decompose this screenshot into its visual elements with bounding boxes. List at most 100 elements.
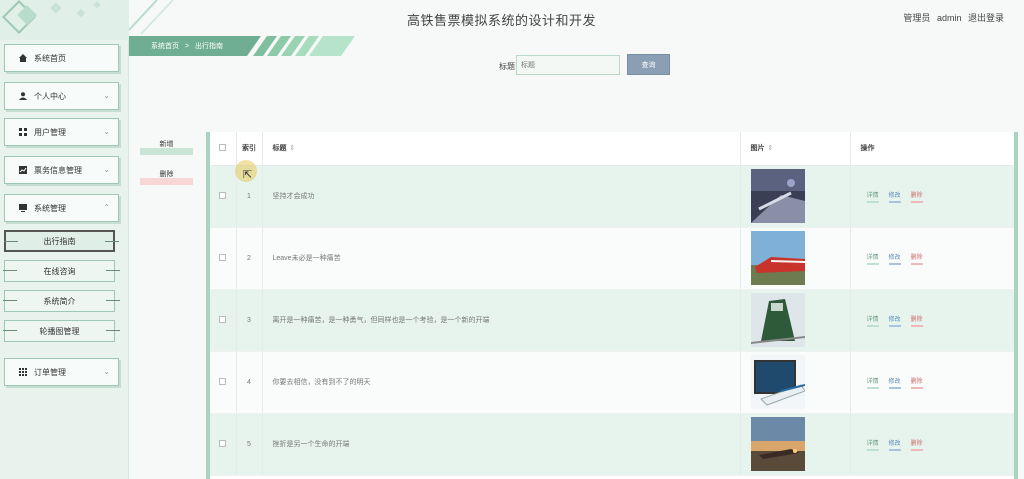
table-row: 3 离开是一种痛苦，是一种勇气，但同样也是一个考验，是一个新的开端 详情 修改 删除	[210, 289, 1014, 352]
search-button[interactable]: 查询	[627, 54, 670, 75]
sub-item-line-right	[105, 241, 119, 242]
row-edit-link[interactable]: 修改	[888, 438, 901, 451]
row-detail-link[interactable]: 详情	[866, 190, 879, 203]
user-area: 管理员 admin 退出登录	[899, 11, 1004, 24]
row-checkbox[interactable]	[219, 253, 227, 261]
add-button[interactable]: 新增	[140, 139, 193, 155]
sidebar-subitem-about[interactable]: 系统简介	[3, 290, 120, 312]
column-title-label: 标题	[272, 145, 287, 153]
breadcrumb: 系统首页 > 出行指南	[129, 36, 357, 56]
sub-item-line-left	[3, 270, 17, 271]
row-ops: 详情 修改 删除	[850, 227, 1014, 290]
sort-icon[interactable]: ⇕	[290, 145, 296, 152]
breadcrumb-separator: >	[184, 43, 190, 50]
user-role: 管理员	[903, 13, 931, 23]
apps-icon	[19, 368, 27, 376]
row-index: 2	[236, 227, 263, 290]
user-name: admin	[936, 13, 962, 23]
row-index: 5	[236, 413, 263, 476]
sub-item-line-right	[106, 300, 120, 301]
row-title: 坚持才会成功	[262, 165, 741, 228]
row-delete-link[interactable]: 删除	[910, 252, 923, 265]
breadcrumb-current: 出行指南	[195, 43, 223, 50]
row-checkbox[interactable]	[219, 315, 227, 323]
sidebar-item-label: 系统首页	[34, 53, 66, 63]
search-label: 标题	[499, 62, 515, 71]
site-title: 高铁售票模拟系统的设计和开发	[407, 13, 597, 28]
table-row: 2 Leave未必是一种痛苦 详情 修改 删除	[210, 227, 1014, 290]
row-detail-link[interactable]: 详情	[866, 252, 879, 265]
row-checkbox[interactable]	[219, 191, 227, 199]
sidebar-subitem-label: 出行指南	[43, 236, 76, 246]
sort-icon[interactable]: ⇕	[768, 145, 774, 152]
user-icon	[19, 92, 27, 100]
sidebar-item-personal[interactable]: 个人中心 ⌄	[4, 82, 119, 110]
row-edit-link[interactable]: 修改	[888, 314, 901, 327]
select-all-checkbox[interactable]	[219, 143, 227, 151]
chevron-down-icon: ⌄	[103, 127, 110, 136]
logout-link[interactable]: 退出登录	[968, 13, 1004, 23]
row-image[interactable]	[750, 355, 805, 409]
header-stripe-decoration	[129, 0, 174, 35]
row-title: 你要去相信，没有到不了的明天	[262, 351, 741, 414]
sidebar-subitem-travel-guide[interactable]: 出行指南	[4, 230, 119, 252]
sidebar-item-orders[interactable]: 订单管理 ⌄	[4, 358, 119, 386]
sidebar-item-label: 票务信息管理	[34, 165, 82, 175]
row-ops: 详情 修改 删除	[850, 289, 1014, 352]
row-ops: 详情 修改 删除	[850, 351, 1014, 414]
breadcrumb-text: 系统首页 > 出行指南	[151, 41, 223, 51]
monitor-icon	[19, 204, 27, 212]
row-edit-link[interactable]: 修改	[888, 376, 901, 389]
row-checkbox[interactable]	[219, 377, 227, 385]
sidebar-subitem-consult[interactable]: 在线咨询	[3, 260, 120, 282]
sidebar-item-label: 系统管理	[34, 203, 66, 213]
chevron-down-icon: ⌄	[103, 91, 110, 100]
sidebar-subitem-carousel[interactable]: 轮播图管理	[3, 320, 120, 342]
sidebar-subitem-label: 轮播图管理	[39, 326, 80, 336]
row-delete-link[interactable]: 删除	[910, 438, 923, 451]
chevron-down-icon: ⌄	[103, 165, 110, 174]
row-detail-link[interactable]: 详情	[866, 376, 879, 389]
sub-item-line-left	[3, 300, 17, 301]
sidebar-item-home[interactable]: 系统首页	[4, 44, 119, 72]
row-detail-link[interactable]: 详情	[866, 438, 879, 451]
row-detail-link[interactable]: 详情	[866, 314, 879, 327]
delete-button[interactable]: 删除	[140, 169, 193, 185]
column-image[interactable]: 图片 ⇕	[740, 132, 851, 166]
row-image[interactable]	[750, 231, 805, 285]
home-icon	[19, 54, 27, 62]
sidebar-item-system[interactable]: 系统管理 ⌃	[4, 194, 119, 222]
search-input[interactable]	[516, 55, 620, 75]
chevron-down-icon: ⌄	[103, 367, 110, 376]
breadcrumb-home[interactable]: 系统首页	[151, 43, 179, 50]
top-header: 高铁售票模拟系统的设计和开发 管理员 admin 退出登录	[129, 0, 1024, 38]
sub-item-line-left	[3, 330, 17, 331]
sidebar-item-ticketing[interactable]: 票务信息管理 ⌄	[4, 156, 119, 184]
row-image[interactable]	[750, 169, 805, 223]
row-edit-link[interactable]: 修改	[888, 252, 901, 265]
sub-item-line-right	[106, 330, 120, 331]
row-delete-link[interactable]: 删除	[910, 376, 923, 389]
row-index: 4	[236, 351, 263, 414]
row-delete-link[interactable]: 删除	[910, 190, 923, 203]
search-row: 标题 查询	[129, 54, 1024, 76]
row-title: 挫折是另一个生命的开端	[262, 413, 741, 476]
sub-item-line-right	[106, 270, 120, 271]
row-checkbox[interactable]	[219, 439, 227, 447]
table-row: 1 坚持才会成功 详情 修改 删除	[210, 165, 1014, 228]
row-ops: 详情 修改 删除	[850, 413, 1014, 476]
row-title: Leave未必是一种痛苦	[262, 227, 741, 290]
row-image[interactable]	[750, 417, 805, 471]
row-index: 3	[236, 289, 263, 352]
row-edit-link[interactable]: 修改	[888, 190, 901, 203]
row-image[interactable]	[750, 293, 805, 347]
column-ops: 操作	[850, 132, 1014, 166]
column-title[interactable]: 标题 ⇕	[262, 132, 741, 166]
sidebar: 系统首页 个人中心 ⌄ 用户管理 ⌄ 票务信息管理 ⌄ 系统管理 ⌃ 出行指南	[0, 0, 129, 479]
row-title: 离开是一种痛苦，是一种勇气，但同样也是一个考验，是一个新的开端	[262, 289, 741, 352]
row-delete-link[interactable]: 删除	[910, 314, 923, 327]
sidebar-item-users[interactable]: 用户管理 ⌄	[4, 118, 119, 146]
column-image-label: 图片	[750, 145, 765, 153]
mouse-pointer-icon: ⇱	[243, 169, 253, 181]
sidebar-logo-decoration	[0, 0, 129, 40]
